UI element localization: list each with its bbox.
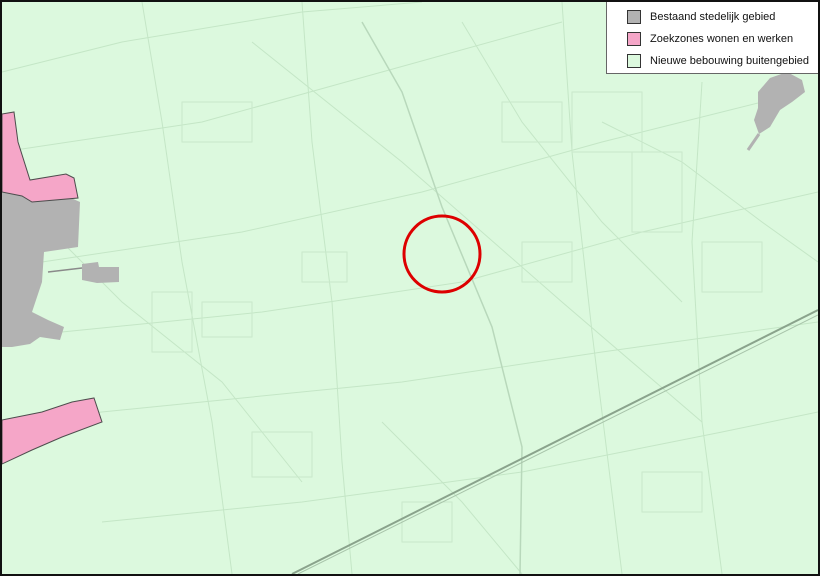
legend-swatch-new-buildings bbox=[627, 54, 641, 68]
legend-label-new-buildings: Nieuwe bebouwing buitengebied bbox=[650, 55, 810, 67]
legend-item-search-zones: Zoekzones wonen en werken bbox=[607, 28, 818, 50]
legend-item-new-buildings: Nieuwe bebouwing buitengebied bbox=[607, 50, 818, 72]
map-background bbox=[2, 2, 818, 574]
legend-swatch-urban bbox=[627, 10, 641, 24]
map-legend: Bestaand stedelijk gebied Zoekzones wone… bbox=[606, 2, 818, 74]
legend-label-search-zones: Zoekzones wonen en werken bbox=[650, 33, 794, 45]
map-canvas[interactable] bbox=[2, 2, 818, 574]
legend-swatch-search-zones bbox=[627, 32, 641, 46]
map-view[interactable]: Bestaand stedelijk gebied Zoekzones wone… bbox=[0, 0, 820, 576]
legend-label-urban: Bestaand stedelijk gebied bbox=[650, 11, 776, 23]
legend-item-urban: Bestaand stedelijk gebied bbox=[607, 6, 818, 28]
